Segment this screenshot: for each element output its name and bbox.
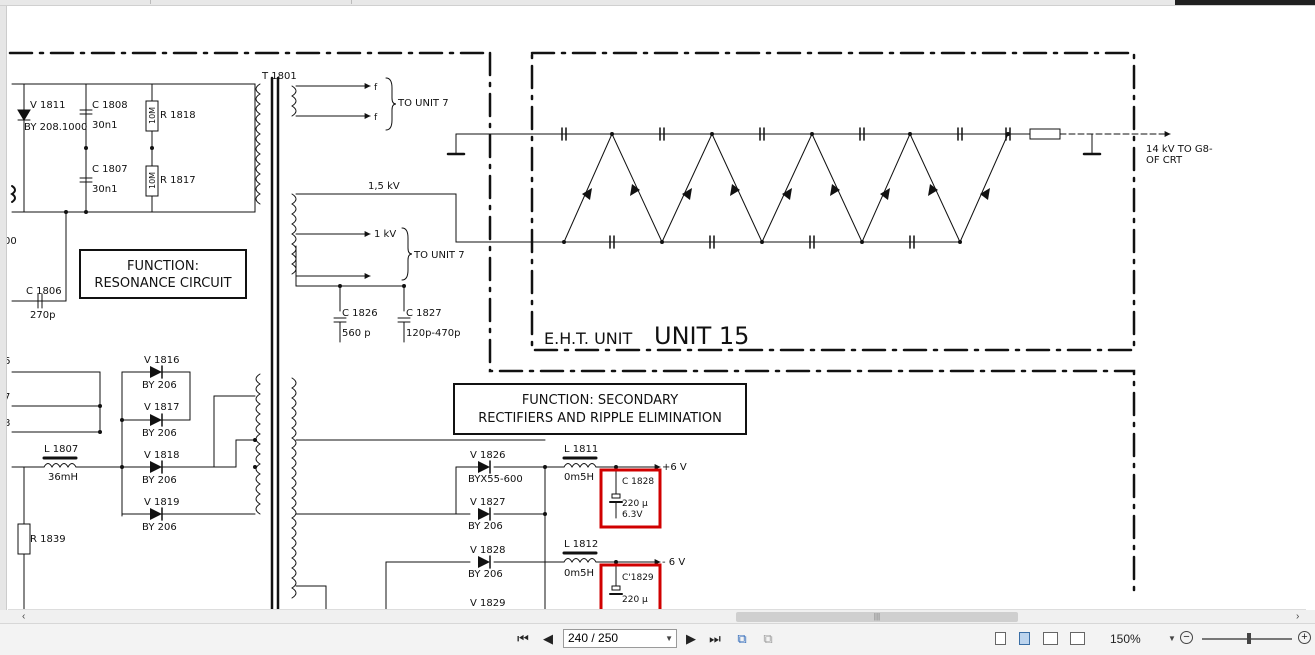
secondary-box-line1: FUNCTION: SECONDARY (522, 393, 678, 408)
label-c1826: C 1826 (342, 308, 378, 319)
continuous-facing-view-icon[interactable] (1070, 632, 1085, 645)
label-v1829: V 1829 (470, 598, 505, 609)
scroll-thumb[interactable]: ||| (736, 612, 1018, 622)
next-page-icon[interactable]: ▶ (683, 630, 699, 648)
label-to-unit7-a: TO UNIT 7 (397, 98, 449, 109)
label-c1827-val: 120p-470p (406, 328, 460, 339)
label-f2: f (374, 113, 378, 123)
label-c1828-val: 220 µ (622, 499, 648, 509)
eht-unit-box (530, 51, 1136, 352)
first-page-icon[interactable]: ⏮ (515, 630, 531, 648)
scroll-grip: ||| (873, 612, 881, 621)
label-v1819: V 1819 (144, 497, 179, 508)
label-c1828: C 1828 (622, 477, 654, 487)
label-r1817: R 1817 (160, 175, 196, 186)
window-tab[interactable] (150, 0, 352, 4)
label-v1818-part: BY 206 (142, 475, 177, 486)
resonance-box-line1: FUNCTION: (127, 259, 199, 274)
label-c1806: C 1806 (26, 286, 62, 297)
zoom-level[interactable]: 150% (1110, 630, 1141, 648)
single-page-view-icon[interactable] (995, 632, 1006, 645)
label-v1811-part: BY 208.1000 (24, 122, 87, 133)
label-c1828-volt: 6.3V (622, 510, 643, 520)
label-v1818: V 1818 (144, 450, 179, 461)
last-page-icon[interactable]: ⏭ (707, 630, 723, 648)
go-back-view-icon[interactable]: ⧉ (733, 630, 751, 648)
zoom-in-icon[interactable]: + (1298, 631, 1311, 644)
label-r1839: R 1839 (30, 534, 66, 545)
label-f1: f (374, 83, 378, 93)
label-l1811-val: 0m5H (564, 472, 594, 483)
label-c1829: C'1829 (622, 573, 654, 583)
label-c1808: C 1808 (92, 100, 128, 111)
secondary-function-box (453, 383, 747, 435)
label-c1806-val: 270p (30, 310, 55, 321)
label-r1818-val: 10M (148, 107, 157, 124)
label-c1826-val: 560 p (342, 328, 371, 339)
label-14kv: 14 kV TO G8- (1146, 144, 1213, 155)
label-transformer: T 1801 (261, 71, 297, 82)
label-plus6v: +6 V (662, 462, 687, 473)
zoom-dropdown-icon[interactable]: ▼ (1168, 630, 1176, 648)
left-scrollbar[interactable] (0, 6, 7, 610)
go-forward-view-icon[interactable]: ⧉ (759, 630, 777, 648)
label-v1827: V 1827 (470, 497, 505, 508)
label-l1811: L 1811 (564, 444, 598, 455)
scroll-right-icon[interactable]: › (1296, 610, 1299, 624)
label-v1826: V 1826 (470, 450, 505, 461)
label-c1808-val: 30n1 (92, 120, 117, 131)
label-l1812: L 1812 (564, 539, 598, 550)
label-r1818: R 1818 (160, 110, 196, 121)
page-number-field[interactable]: 240 / 250 ▼ (563, 629, 677, 648)
unit15-label: UNIT 15 (654, 322, 749, 350)
label-v1828-part: BY 206 (468, 569, 503, 580)
bottom-toolbar: ⏮ ◀ 240 / 250 ▼ ▶ ⏭ ⧉ ⧉ 150% ▼ − + (0, 623, 1315, 655)
window-controls[interactable] (1175, 0, 1315, 5)
label-l1807-val: 36mH (48, 472, 78, 483)
label-v1819-part: BY 206 (142, 522, 177, 533)
secondary-box-line2: RECTIFIERS AND RIPPLE ELIMINATION (478, 411, 722, 426)
label-v1826-part: BYX55-600 (468, 474, 523, 485)
label-v1828: V 1828 (470, 545, 505, 556)
label-c1807-val: 30n1 (92, 184, 117, 195)
label-c1827: C 1827 (406, 308, 442, 319)
continuous-view-icon[interactable] (1019, 632, 1030, 645)
label-r1817-val: 10M (148, 172, 157, 189)
resonance-box-line2: RESONANCE CIRCUIT (94, 276, 231, 291)
label-v1816: V 1816 (144, 355, 179, 366)
label-of-crt: OF CRT (1146, 155, 1183, 166)
label-v1817: V 1817 (144, 402, 179, 413)
eht-unit-label: E.H.T. UNIT (544, 329, 632, 348)
label-v1811: V 1811 (30, 100, 65, 111)
schematic-diagram: T 1801 V 1811 BY 208.1000 C 1808 30n1 C … (4, 51, 1213, 610)
document-page: T 1801 V 1811 BY 208.1000 C 1808 30n1 C … (0, 6, 1315, 610)
label-v1816-part: BY 206 (142, 380, 177, 391)
label-1-5kv: 1,5 kV (368, 181, 400, 192)
chevron-down-icon[interactable]: ▼ (665, 630, 673, 647)
label-1kv: 1 kV (374, 229, 396, 240)
label-l1812-val: 0m5H (564, 568, 594, 579)
scroll-left-icon[interactable]: ‹ (22, 610, 25, 624)
label-v1817-part: BY 206 (142, 428, 177, 439)
zoom-out-icon[interactable]: − (1180, 631, 1193, 644)
facing-view-icon[interactable] (1043, 632, 1058, 645)
label-c1829-val: 220 µ (622, 595, 648, 605)
horizontal-scrollbar[interactable]: ‹ ||| › (8, 609, 1306, 624)
previous-page-icon[interactable]: ◀ (540, 630, 556, 648)
label-to-unit7-b: TO UNIT 7 (413, 250, 465, 261)
label-l1807: L 1807 (44, 444, 78, 455)
page-number-value: 240 / 250 (568, 631, 619, 645)
label-v1827-part: BY 206 (468, 521, 503, 532)
zoom-slider-thumb[interactable] (1247, 633, 1251, 644)
label-minus6v: - 6 V (662, 557, 685, 568)
label-c1807: C 1807 (92, 164, 128, 175)
